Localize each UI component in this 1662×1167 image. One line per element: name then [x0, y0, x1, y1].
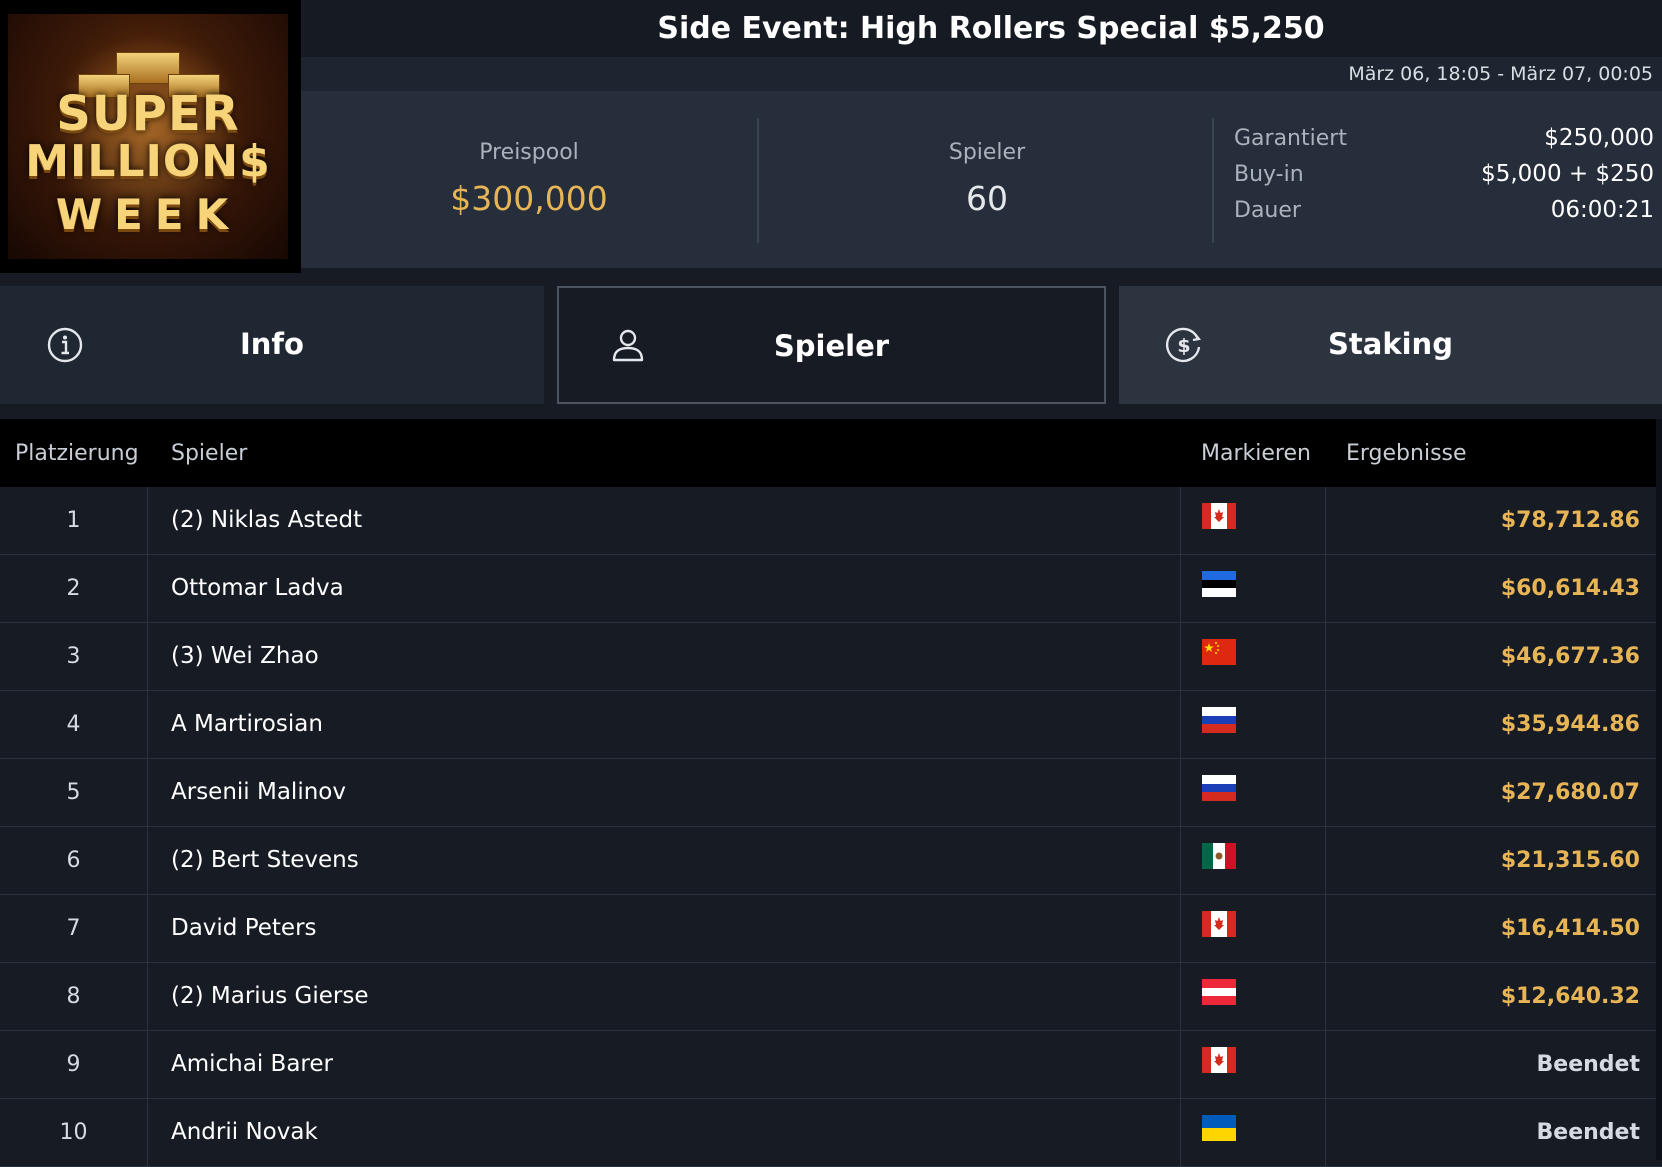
detail-label: Dauer — [1234, 197, 1301, 223]
detail-value: $5,000 + $250 — [1481, 161, 1654, 187]
player-name[interactable]: (2) Bert Stevens — [171, 827, 359, 894]
result-value: $35,944.86 — [1500, 712, 1640, 737]
players-value: 60 — [966, 179, 1008, 218]
details-list: Garantiert $250,000 Buy-in $5,000 + $250… — [1212, 118, 1654, 243]
col-header-mark[interactable]: Markieren — [1201, 441, 1311, 466]
table-row[interactable]: 10 Andrii Novak Beendet — [0, 1099, 1662, 1167]
col-header-player[interactable]: Spieler — [171, 441, 247, 466]
detail-value: 06:00:21 — [1550, 197, 1654, 223]
player-name[interactable]: (2) Marius Gierse — [171, 963, 369, 1030]
detail-label: Garantiert — [1234, 125, 1347, 151]
flag-russia-icon — [1202, 775, 1236, 801]
table-row[interactable]: 9 Amichai Barer Beendet — [0, 1031, 1662, 1099]
table-row[interactable]: 6 (2) Bert Stevens $21,315.60 — [0, 827, 1662, 895]
place-cell: 4 — [0, 691, 148, 758]
tab-spieler[interactable]: Spieler — [557, 286, 1106, 404]
players-stat: Spieler 60 — [757, 118, 1215, 243]
table-row[interactable]: 3 (3) Wei Zhao $46,677.36 — [0, 623, 1662, 691]
place-cell: 10 — [0, 1099, 148, 1166]
flag-russia-icon — [1202, 707, 1236, 733]
mark-cell[interactable] — [1180, 759, 1326, 826]
player-name[interactable]: Amichai Barer — [171, 1031, 333, 1098]
table-row[interactable]: 5 Arsenii Malinov $27,680.07 — [0, 759, 1662, 827]
result-value: $46,677.36 — [1500, 644, 1640, 669]
logo-line-3: WEEK — [55, 190, 241, 239]
mark-cell[interactable] — [1180, 827, 1326, 894]
flag-canada-icon — [1202, 911, 1236, 937]
result-value: $78,712.86 — [1500, 508, 1640, 533]
event-title: Side Event: High Rollers Special $5,250 — [657, 11, 1325, 46]
logo-line-1: SUPER — [56, 86, 240, 142]
place-cell: 5 — [0, 759, 148, 826]
player-name[interactable]: Andrii Novak — [171, 1099, 318, 1166]
flag-china-icon — [1202, 639, 1236, 665]
result-value: $60,614.43 — [1500, 576, 1640, 601]
col-header-place[interactable]: Platzierung — [15, 441, 139, 466]
flag-canada-icon — [1202, 503, 1236, 529]
table-row[interactable]: 2 Ottomar Ladva $60,614.43 — [0, 555, 1662, 623]
place-cell: 9 — [0, 1031, 148, 1098]
detail-label: Buy-in — [1234, 161, 1304, 187]
prizepool-stat: Preispool $300,000 — [301, 118, 757, 243]
mark-cell[interactable] — [1180, 1099, 1326, 1166]
player-name[interactable]: Arsenii Malinov — [171, 759, 346, 826]
place-cell: 2 — [0, 555, 148, 622]
detail-duration: Dauer 06:00:21 — [1214, 192, 1654, 228]
mark-cell[interactable] — [1180, 623, 1326, 690]
prizepool-value: $300,000 — [450, 179, 608, 218]
mark-cell[interactable] — [1180, 487, 1326, 554]
col-header-result[interactable]: Ergebnisse — [1346, 441, 1467, 466]
results-table: Platzierung Spieler Markieren Ergebnisse… — [0, 419, 1662, 1167]
logo-artwork: SUPER MILLION$ WEEK — [8, 14, 288, 259]
table-header: Platzierung Spieler Markieren Ergebnisse — [0, 419, 1662, 487]
place-cell: 3 — [0, 623, 148, 690]
flag-ukraine-icon — [1202, 1115, 1236, 1141]
player-name[interactable]: (2) Niklas Astedt — [171, 487, 362, 554]
super-millions-logo: SUPER MILLION$ WEEK — [0, 0, 301, 273]
result-value: Beendet — [1536, 1052, 1640, 1077]
place-cell: 7 — [0, 895, 148, 962]
flag-canada-icon — [1202, 1047, 1236, 1073]
tab-info[interactable]: Info — [0, 286, 544, 404]
flag-mexico-icon — [1202, 843, 1236, 869]
place-cell: 6 — [0, 827, 148, 894]
players-label: Spieler — [948, 140, 1026, 165]
table-row[interactable]: 1 (2) Niklas Astedt $78,712.86 — [0, 487, 1662, 555]
mark-cell[interactable] — [1180, 691, 1326, 758]
flag-austria-icon — [1202, 979, 1236, 1005]
table-row[interactable]: 7 David Peters $16,414.50 — [0, 895, 1662, 963]
mark-cell[interactable] — [1180, 555, 1326, 622]
detail-guaranteed: Garantiert $250,000 — [1214, 120, 1654, 156]
tab-info-label: Info — [240, 327, 304, 361]
player-name[interactable]: (3) Wei Zhao — [171, 623, 319, 690]
result-value: $12,640.32 — [1500, 984, 1640, 1009]
place-cell: 1 — [0, 487, 148, 554]
event-dates: März 06, 18:05 - März 07, 00:05 — [1348, 63, 1653, 85]
tab-staking[interactable]: $ Staking — [1119, 286, 1662, 404]
logo-line-2: MILLION$ — [25, 136, 271, 187]
tab-spieler-label: Spieler — [773, 329, 890, 363]
table-row[interactable]: 4 A Martirosian $35,944.86 — [0, 691, 1662, 759]
player-name[interactable]: A Martirosian — [171, 691, 323, 758]
tab-staking-label: Staking — [1328, 327, 1453, 361]
detail-value: $250,000 — [1544, 125, 1654, 151]
result-value: Beendet — [1536, 1120, 1640, 1145]
scrollbar[interactable] — [1656, 419, 1662, 1160]
mark-cell[interactable] — [1180, 963, 1326, 1030]
result-value: $21,315.60 — [1500, 848, 1640, 873]
detail-buyin: Buy-in $5,000 + $250 — [1214, 156, 1654, 192]
mark-cell[interactable] — [1180, 895, 1326, 962]
player-name[interactable]: Ottomar Ladva — [171, 555, 344, 622]
player-name[interactable]: David Peters — [171, 895, 317, 962]
mark-cell[interactable] — [1180, 1031, 1326, 1098]
table-body: 1 (2) Niklas Astedt $78,712.86 2 Ottomar Lad… — [0, 487, 1662, 1167]
result-value: $16,414.50 — [1500, 916, 1640, 941]
place-cell: 8 — [0, 963, 148, 1030]
result-value: $27,680.07 — [1500, 780, 1640, 805]
flag-estonia-icon — [1202, 571, 1236, 597]
prizepool-label: Preispool — [479, 140, 579, 165]
tab-bar: Info Spieler $ Staking — [0, 286, 1662, 404]
table-row[interactable]: 8 (2) Marius Gierse $12,640.32 — [0, 963, 1662, 1031]
